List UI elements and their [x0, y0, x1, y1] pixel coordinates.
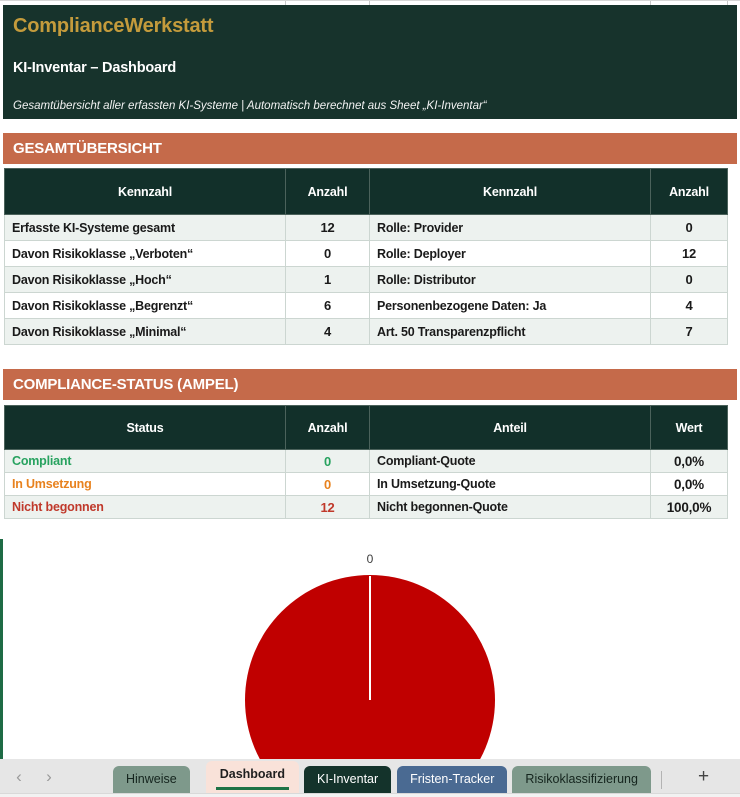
sheet-tab-dashboard[interactable]: Dashboard: [206, 761, 299, 793]
next-sheet-button[interactable]: ›: [40, 768, 58, 785]
metric-value: 1: [286, 267, 370, 293]
table-row: Davon Risikoklasse „Minimal“ 4 Art. 50 T…: [5, 319, 728, 345]
dashboard-header: ComplianceWerkstatt KI-Inventar – Dashbo…: [3, 5, 737, 119]
metric-label: Davon Risikoklasse „Begrenzt“: [5, 293, 286, 319]
tab-separator: [661, 771, 662, 789]
pie-slice-boundary: [369, 576, 371, 700]
active-tab-underline: [216, 787, 289, 790]
metric-value: 0: [651, 215, 728, 241]
status-count: 0: [286, 450, 370, 473]
status-table: Status Anzahl Anteil Wert Compliant 0 Co…: [4, 405, 728, 519]
status-section-header: COMPLIANCE-STATUS (AMPEL): [3, 369, 737, 400]
prev-sheet-button[interactable]: ‹: [10, 768, 28, 785]
col-wert: Wert: [651, 406, 728, 450]
metric-label: Davon Risikoklasse „Hoch“: [5, 267, 286, 293]
table-row: Davon Risikoklasse „Begrenzt“ 6 Personen…: [5, 293, 728, 319]
spreadsheet-dashboard: ComplianceWerkstatt KI-Inventar – Dashbo…: [0, 0, 740, 797]
quote-label: Compliant-Quote: [370, 450, 651, 473]
metric-value: 6: [286, 293, 370, 319]
quote-label: In Umsetzung-Quote: [370, 473, 651, 496]
metric-label: Erfasste KI-Systeme gesamt: [5, 215, 286, 241]
table-row: Davon Risikoklasse „Hoch“ 1 Rolle: Distr…: [5, 267, 728, 293]
table-row: Davon Risikoklasse „Verboten“ 0 Rolle: D…: [5, 241, 728, 267]
status-label: Nicht begonnen: [5, 496, 286, 519]
metric-value: 0: [286, 241, 370, 267]
table-row-in-umsetzung: In Umsetzung 0 In Umsetzung-Quote 0,0%: [5, 473, 728, 496]
quote-value: 0,0%: [651, 473, 728, 496]
status-header-row: Status Anzahl Anteil Wert: [5, 406, 728, 450]
quote-value: 0,0%: [651, 450, 728, 473]
table-row-nicht-begonnen: Nicht begonnen 12 Nicht begonnen-Quote 1…: [5, 496, 728, 519]
metric-value: 12: [651, 241, 728, 267]
overview-table: Kennzahl Anzahl Kennzahl Anzahl Erfasste…: [4, 168, 728, 345]
sheet-tab-dashboard-label: Dashboard: [220, 767, 285, 781]
metric-label: Davon Risikoklasse „Minimal“: [5, 319, 286, 345]
metric-value: 4: [651, 293, 728, 319]
sheet-left-border: [0, 539, 3, 759]
table-row: Erfasste KI-Systeme gesamt 12 Rolle: Pro…: [5, 215, 728, 241]
metric-label: Rolle: Distributor: [370, 267, 651, 293]
col-anzahl-1: Anzahl: [286, 169, 370, 215]
sheet-tab-ki-inventar[interactable]: KI-Inventar: [304, 766, 391, 793]
metric-label: Personenbezogene Daten: Ja: [370, 293, 651, 319]
metric-label: Davon Risikoklasse „Verboten“: [5, 241, 286, 267]
status-label: In Umsetzung: [5, 473, 286, 496]
metric-value: 4: [286, 319, 370, 345]
app-brand: ComplianceWerkstatt: [13, 13, 737, 39]
col-anteil: Anteil: [370, 406, 651, 450]
quote-value: 100,0%: [651, 496, 728, 519]
status-label: Compliant: [5, 450, 286, 473]
sheet-tab-fristen-tracker[interactable]: Fristen-Tracker: [397, 766, 507, 793]
quote-label: Nicht begonnen-Quote: [370, 496, 651, 519]
metric-value: 7: [651, 319, 728, 345]
sheet-tab-bar: ‹ › Hinweise Dashboard KI-Inventar Frist…: [0, 759, 740, 797]
metric-label: Art. 50 Transparenzpflicht: [370, 319, 651, 345]
table-row-compliant: Compliant 0 Compliant-Quote 0,0%: [5, 450, 728, 473]
status-count: 0: [286, 473, 370, 496]
col-anzahl-2: Anzahl: [651, 169, 728, 215]
page-title: KI-Inventar – Dashboard: [13, 59, 737, 77]
add-sheet-button[interactable]: +: [698, 767, 709, 786]
pie-data-label: 0: [245, 552, 495, 566]
status-count: 12: [286, 496, 370, 519]
page-subtitle: Gesamtübersicht aller erfassten KI-Syste…: [13, 99, 737, 113]
col-status: Status: [5, 406, 286, 450]
overview-section-header: GESAMTÜBERSICHT: [3, 133, 737, 164]
overview-section-title: GESAMTÜBERSICHT: [13, 140, 162, 157]
col-kennzahl-1: Kennzahl: [5, 169, 286, 215]
col-anzahl: Anzahl: [286, 406, 370, 450]
overview-header-row: Kennzahl Anzahl Kennzahl Anzahl: [5, 169, 728, 215]
status-section-title: COMPLIANCE-STATUS (AMPEL): [13, 376, 238, 393]
metric-label: Rolle: Provider: [370, 215, 651, 241]
sheet-tab-hinweise[interactable]: Hinweise: [113, 766, 190, 793]
metric-value: 0: [651, 267, 728, 293]
metric-label: Rolle: Deployer: [370, 241, 651, 267]
sheet-tab-risikoklassifizierung[interactable]: Risikoklassifizierung: [512, 766, 651, 793]
tabbar-bottom-strip: [0, 793, 740, 797]
metric-value: 12: [286, 215, 370, 241]
compliance-pie-chart[interactable]: 0: [0, 519, 740, 759]
col-kennzahl-2: Kennzahl: [370, 169, 651, 215]
